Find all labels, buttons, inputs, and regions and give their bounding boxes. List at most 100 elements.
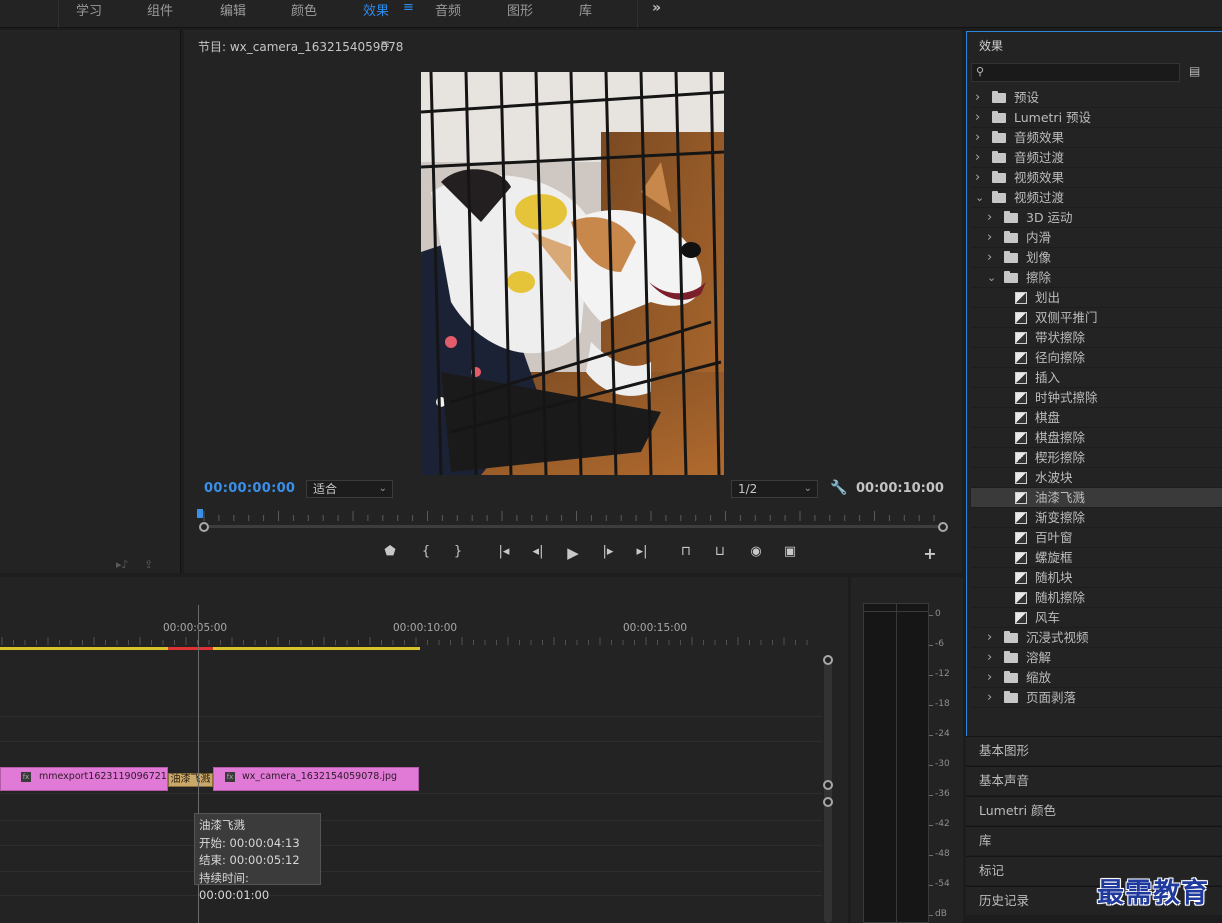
tab-assembly[interactable]: 组件 [147,0,173,19]
tab-learn[interactable]: 学习 [76,0,102,19]
mark-out-icon[interactable]: } [447,544,469,562]
meter-peak-indicator[interactable] [863,603,929,612]
zoom-scrollbar[interactable] [204,525,944,528]
wrench-icon[interactable]: 🔧 [830,480,847,496]
effects-item[interactable]: 棋盘擦除 [971,428,1222,448]
effects-item[interactable]: 风车 [971,608,1222,628]
hamburger-icon[interactable]: ≡ [403,0,414,15]
effects-folder[interactable]: › 页面剥落 [971,688,1222,708]
effects-item[interactable]: 螺旋框 [971,548,1222,568]
effects-folder[interactable]: › 音频过渡 [971,148,1222,168]
panel-menu-icon[interactable]: ≡ [380,37,390,51]
effects-item[interactable]: 插入 [971,368,1222,388]
effects-item[interactable]: 渐变擦除 [971,508,1222,528]
chevron-right-icon[interactable]: › [975,88,980,107]
tab-lumetri-color[interactable]: Lumetri 颜色 [966,796,1222,825]
go-to-out-icon[interactable]: ▸| [631,544,653,562]
chevron-down-icon[interactable]: ⌄ [975,188,984,207]
chevron-right-icon[interactable]: › [987,248,992,267]
tab-effects[interactable]: 效果 [363,0,389,19]
effects-folder[interactable]: › 内滑 [971,228,1222,248]
effects-item[interactable]: 划出 [971,288,1222,308]
lift-icon[interactable]: ⊓ [675,544,697,562]
timeline-clip[interactable]: fx mmexport1623119096721.jpg [0,767,185,791]
monitor-time-ruler[interactable] [198,508,948,522]
zoom-scrollbar-right-handle[interactable] [938,522,948,532]
db-label: -18 [935,699,950,709]
timeline-ruler-ticks[interactable] [0,637,820,645]
effects-item[interactable]: 径向擦除 [971,348,1222,368]
program-video-frame[interactable] [421,72,724,475]
effects-search-input[interactable]: ⚲ [971,63,1180,82]
chevron-right-icon[interactable]: › [975,148,980,167]
effects-item[interactable]: 百叶窗 [971,528,1222,548]
add-button-icon[interactable]: + [919,544,941,563]
tab-audio[interactable]: 音频 [435,0,461,19]
comparison-view-icon[interactable]: ▣ [779,544,801,562]
effects-folder[interactable]: › 缩放 [971,668,1222,688]
scrollbar-handle[interactable] [823,797,833,807]
export-icon[interactable]: ⇪ [144,558,160,571]
add-marker-icon[interactable]: ⬟ [379,544,401,562]
chevron-double-right-icon[interactable]: » [652,0,661,16]
go-to-in-icon[interactable]: |◂ [493,544,515,562]
effects-item[interactable]: 随机擦除 [971,588,1222,608]
effects-folder[interactable]: › 音频效果 [971,128,1222,148]
insert-icon[interactable]: ▸♪ [116,558,132,571]
effects-item[interactable]: 水波块 [971,468,1222,488]
resolution-select[interactable]: 1/2 ⌄ [731,480,818,498]
effects-folder[interactable]: ⌄ 视频过渡 [971,188,1222,208]
effects-item[interactable]: 油漆飞溅 [971,488,1222,508]
play-icon[interactable]: ▶ [562,544,584,562]
transition-effect-icon [1015,432,1027,444]
chevron-right-icon[interactable]: › [987,688,992,707]
timeline-clip[interactable]: fx wx_camera_1632154059078.jpg [213,767,419,791]
effects-item[interactable]: 随机块 [971,568,1222,588]
chevron-right-icon[interactable]: › [975,168,980,187]
mark-in-icon[interactable]: { [415,544,437,562]
chevron-right-icon[interactable]: › [975,108,980,127]
transition-paint-splatter[interactable]: 油漆飞溅 [168,773,213,787]
scrollbar-handle[interactable] [823,780,833,790]
step-forward-icon[interactable]: |▸ [597,544,619,562]
chevron-right-icon[interactable]: › [987,628,992,647]
extract-icon[interactable]: ⊔ [709,544,731,562]
effects-folder[interactable]: › 预设 [971,88,1222,108]
step-back-icon[interactable]: ◂| [527,544,549,562]
export-frame-icon[interactable]: ◉ [745,544,767,562]
chevron-right-icon[interactable]: › [987,228,992,247]
effects-item[interactable]: 楔形擦除 [971,448,1222,468]
effects-folder[interactable]: › 沉浸式视频 [971,628,1222,648]
timeline-vertical-scrollbar[interactable] [824,657,832,923]
chevron-down-icon[interactable]: ⌄ [987,268,996,287]
scrollbar-handle[interactable] [823,655,833,665]
effects-item[interactable]: 带状擦除 [971,328,1222,348]
tab-essential-sound[interactable]: 基本声音 [966,766,1222,795]
chevron-right-icon[interactable]: › [975,128,980,147]
tab-editing[interactable]: 编辑 [220,0,246,19]
effects-item[interactable]: 双侧平推门 [971,308,1222,328]
chevron-right-icon[interactable]: › [987,668,992,687]
tab-color[interactable]: 颜色 [291,0,317,19]
effects-folder[interactable]: › 划像 [971,248,1222,268]
accelerated-effects-icon[interactable]: ▤ [1189,64,1200,78]
effects-item[interactable]: 棋盘 [971,408,1222,428]
playhead-marker[interactable] [197,509,203,518]
tab-graphics[interactable]: 图形 [507,0,533,19]
effects-folder[interactable]: › 溶解 [971,648,1222,668]
db-label: -54 [935,879,950,889]
tab-essential-graphics[interactable]: 基本图形 [966,736,1222,765]
effects-folder[interactable]: › Lumetri 预设 [971,108,1222,128]
zoom-select[interactable]: 适合 ⌄ [306,480,393,498]
effects-folder[interactable]: ⌄ 擦除 [971,268,1222,288]
current-timecode[interactable]: 00:00:00:00 [204,481,295,496]
chevron-right-icon[interactable]: › [987,208,992,227]
tab-libraries[interactable]: 库 [579,0,592,19]
zoom-scrollbar-left-handle[interactable] [199,522,209,532]
effects-folder[interactable]: › 视频效果 [971,168,1222,188]
effects-folder[interactable]: › 3D 运动 [971,208,1222,228]
effects-item[interactable]: 时钟式擦除 [971,388,1222,408]
tab-libraries-panel[interactable]: 库 [966,826,1222,855]
effects-panel-title: 效果 [979,39,1004,53]
chevron-right-icon[interactable]: › [987,648,992,667]
